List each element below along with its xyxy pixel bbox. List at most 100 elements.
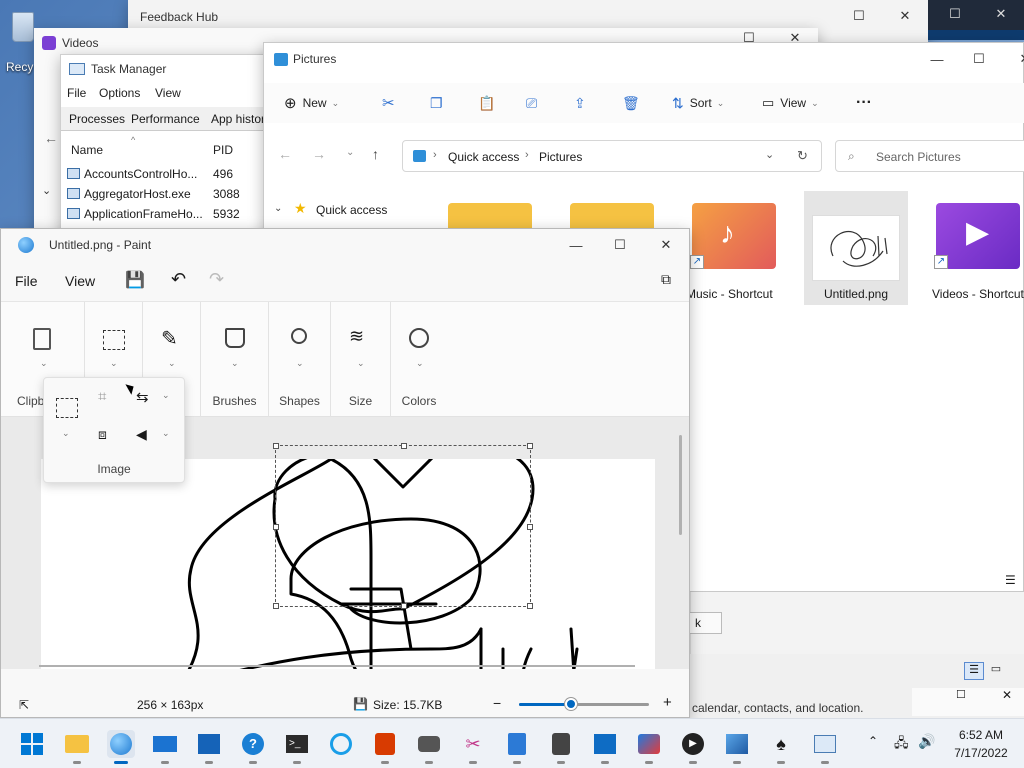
resize-handle[interactable] (527, 524, 533, 530)
zoom-in-icon[interactable]: + (663, 694, 672, 711)
taskbar-camera[interactable] (415, 730, 443, 764)
resize-handle[interactable] (273, 443, 279, 449)
chevron-down-icon[interactable]: ⌄ (42, 184, 51, 197)
taskbar-photos[interactable] (723, 730, 751, 764)
feedback-close-button[interactable]: ✕ (882, 0, 928, 32)
ribbon-group-brushes[interactable]: ⌄ Brushes (201, 302, 269, 418)
search-box[interactable]: ⌕ Search Pictures (835, 140, 1024, 172)
ribbon-group-shapes[interactable]: ⌄ Shapes (269, 302, 331, 418)
tm-col-name[interactable]: Name (71, 143, 103, 157)
chevron-down-icon[interactable]: ⌄ (162, 390, 170, 401)
explorer-maximize-button[interactable]: ☐ (956, 43, 1002, 75)
show-hidden-icons-icon[interactable]: ⌃ (868, 734, 878, 748)
tm-process-row[interactable]: AggregatorHost.exe 3088 (65, 185, 285, 203)
tm-tab-app-history[interactable]: App histor (211, 112, 265, 126)
share-button[interactable]: ⇪ (574, 91, 586, 115)
chevron-down-icon[interactable]: ⌄ (162, 428, 170, 439)
tm-menu-file[interactable]: File (67, 86, 86, 100)
save-icon[interactable]: 💾 (125, 270, 145, 290)
taskbar-cortana[interactable] (327, 730, 355, 758)
nav-quick-access[interactable]: Quick access (316, 203, 387, 217)
more-options-button[interactable]: ··· (856, 91, 872, 115)
resize-handle[interactable] (273, 524, 279, 530)
tm-menu-options[interactable]: Options (99, 86, 140, 100)
paint-close-button[interactable]: ✕ (643, 229, 689, 261)
breadcrumb-quick-access[interactable]: Quick access (448, 150, 519, 164)
resize-handle[interactable] (401, 603, 407, 609)
rename-button[interactable]: ⎚ (526, 91, 537, 115)
file-tile-music-shortcut[interactable]: ♪ ↗ Music - Shortcut (682, 191, 786, 305)
resize-skew-icon[interactable]: ⧈ (98, 426, 107, 443)
resize-handle[interactable] (527, 443, 533, 449)
paint-menu-view[interactable]: View (65, 273, 95, 289)
vertical-scrollbar[interactable] (679, 435, 682, 535)
clock-date[interactable]: 7/17/2022 (944, 746, 1018, 760)
paint-maximize-button[interactable]: ☐ (597, 229, 643, 261)
paint-menu-file[interactable]: File (15, 273, 38, 289)
network-icon[interactable]: 🖧 (894, 734, 909, 756)
paste-button[interactable]: 📋 (478, 91, 495, 115)
maximize-icon[interactable]: ☐ (956, 688, 966, 701)
dark-window-maximize-button[interactable]: ☐ (932, 0, 978, 30)
drawing-canvas[interactable] (41, 443, 655, 669)
recent-locations-chevron-icon[interactable]: ⌄ (346, 147, 354, 158)
feedback-maximize-button[interactable]: ☐ (836, 0, 882, 32)
taskbar-paint[interactable] (107, 730, 135, 764)
back-arrow-icon[interactable]: ← (278, 146, 292, 162)
zoom-slider[interactable] (519, 698, 649, 710)
select-icon[interactable] (56, 398, 78, 418)
undo-icon[interactable]: ↶ (171, 269, 186, 290)
selection-rectangle[interactable] (273, 443, 533, 609)
tm-process-row[interactable]: AccountsControlHo... 496 (65, 165, 285, 183)
chevron-down-icon[interactable]: ⌄ (62, 428, 70, 439)
volume-icon[interactable]: 🔊 (918, 733, 935, 750)
delete-button[interactable]: 🗑 (622, 91, 640, 115)
taskbar-movies[interactable] (195, 730, 223, 764)
tm-col-pid[interactable]: PID (213, 143, 233, 157)
taskbar-get-help[interactable]: ? (239, 730, 267, 764)
taskbar-office[interactable] (371, 730, 399, 764)
back-arrow-icon[interactable]: ← (44, 130, 58, 146)
share-account-icon[interactable]: ⧉ (661, 271, 671, 288)
address-dropdown-chevron-icon[interactable]: ⌄ (765, 148, 774, 161)
zoom-slider-thumb[interactable] (565, 698, 577, 710)
dark-window-close-button[interactable]: ✕ (978, 0, 1024, 30)
ribbon-group-size[interactable]: ≋ ⌄ Size (331, 302, 391, 418)
up-arrow-icon[interactable]: ↑ (372, 146, 379, 162)
taskbar-tips[interactable] (591, 730, 619, 764)
taskbar-notepad[interactable] (503, 730, 531, 764)
taskbar-solitaire[interactable]: ♠ (767, 730, 795, 764)
clock-time[interactable]: 6:52 AM (944, 728, 1018, 742)
tm-tab-processes[interactable]: Processes (69, 112, 125, 126)
copy-button[interactable]: ❐ (430, 91, 443, 115)
expand-chevron-icon[interactable]: ⌄ (274, 203, 282, 214)
flip-rotate-icon[interactable]: ◀ (136, 426, 147, 443)
resize-handle[interactable] (527, 603, 533, 609)
taskbar-media-player[interactable]: ▶ (679, 730, 707, 764)
tm-process-row[interactable]: ApplicationFrameHo... 5932 (65, 205, 285, 223)
cut-button[interactable]: ✂ (382, 91, 395, 115)
file-tile-videos-shortcut[interactable]: ▶ ↗ Videos - Shortcut (928, 191, 1024, 305)
dark-background-window[interactable]: ☐ ✕ (928, 0, 1024, 40)
paint-window[interactable]: Untitled.png - Paint — ☐ ✕ File View 💾 ↶… (0, 228, 690, 718)
resize-image-icon[interactable]: ⇆ (136, 388, 149, 406)
details-view-icon[interactable]: ☰ (1005, 573, 1016, 587)
close-icon[interactable]: ✕ (1002, 688, 1012, 702)
tile-view-icon[interactable]: ▭ (986, 662, 1006, 680)
taskbar-mail[interactable] (151, 730, 179, 764)
ribbon-group-colors[interactable]: ⌄ Colors (391, 302, 447, 418)
forward-arrow-icon[interactable]: → (312, 146, 326, 162)
resize-handle[interactable] (401, 443, 407, 449)
horizontal-scrollbar[interactable] (39, 665, 635, 667)
view-button[interactable]: ▭ View ⌄ (762, 91, 819, 115)
list-view-icon[interactable]: ☰ (964, 662, 984, 680)
redo-icon[interactable]: ↷ (209, 269, 224, 290)
refresh-icon[interactable]: ↻ (797, 148, 808, 164)
new-button[interactable]: ⊕ New ⌄ (284, 91, 339, 115)
taskbar-task-manager[interactable] (811, 730, 839, 764)
taskbar-calculator[interactable] (547, 730, 575, 764)
settings-button[interactable]: k (688, 612, 722, 634)
taskbar-terminal[interactable]: >_ (283, 730, 311, 764)
zoom-out-icon[interactable]: − (493, 695, 501, 711)
breadcrumb-pictures[interactable]: Pictures (539, 150, 582, 164)
